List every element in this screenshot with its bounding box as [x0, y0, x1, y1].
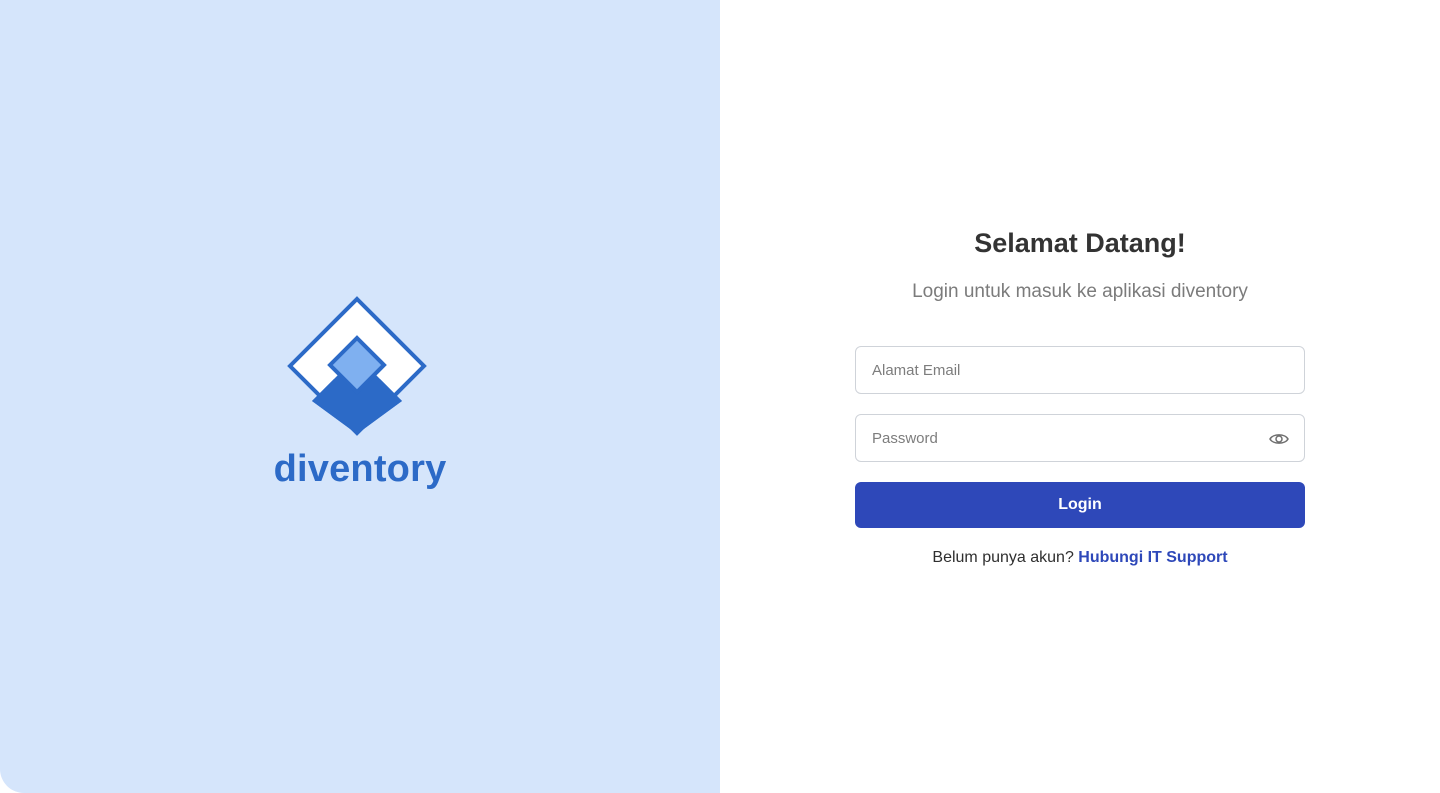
diamond-logo-icon — [287, 296, 427, 436]
password-input[interactable] — [856, 415, 1304, 461]
eye-icon[interactable] — [1268, 429, 1290, 449]
password-field — [855, 414, 1305, 462]
email-field — [855, 346, 1305, 394]
login-page: diventory Selamat Datang! Login untuk ma… — [0, 0, 1440, 793]
login-form-panel: Selamat Datang! Login untuk masuk ke apl… — [720, 0, 1440, 793]
brand-panel: diventory — [0, 0, 720, 793]
signup-prompt-line: Belum punya akun? Hubungi IT Support — [720, 547, 1440, 569]
signup-prompt: Belum punya akun? — [932, 549, 1079, 566]
brand-name: diventory — [273, 448, 447, 490]
contact-it-support-link[interactable]: Hubungi IT Support — [1078, 549, 1227, 566]
login-button[interactable]: Login — [855, 482, 1305, 528]
brand-logo: diventory — [0, 296, 720, 488]
welcome-title: Selamat Datang! — [974, 228, 1186, 258]
email-input[interactable] — [856, 347, 1304, 393]
welcome-subtitle: Login untuk masuk ke aplikasi diventory — [912, 281, 1248, 302]
